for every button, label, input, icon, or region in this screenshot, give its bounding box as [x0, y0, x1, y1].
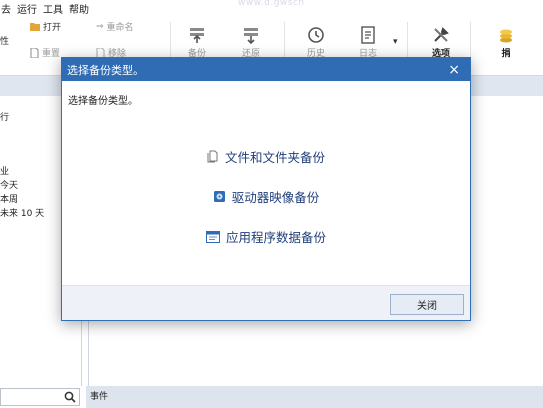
dialog-title: 选择备份类型。: [67, 63, 144, 77]
menu-item-tools[interactable]: 工具: [43, 1, 63, 16]
coins-icon: [500, 29, 512, 43]
file-folder-backup-label: 文件和文件夹备份: [224, 150, 325, 165]
drive-icon: [213, 191, 225, 202]
options-button[interactable]: 选项: [421, 24, 461, 59]
tools-icon: [434, 27, 449, 42]
reset-label: 重置: [42, 49, 61, 59]
app-window-icon: [205, 230, 220, 243]
log-dropdown-arrow[interactable]: ▾: [393, 37, 398, 47]
drive-image-backup-label: 驱动器映像备份: [231, 190, 320, 205]
donate-label: 捐: [501, 49, 511, 59]
open-button[interactable]: 打开: [30, 20, 61, 33]
backup-button[interactable]: 备份: [177, 24, 217, 59]
file-attr-button[interactable]: 性: [0, 34, 9, 47]
history-clock-icon: [308, 27, 324, 43]
dialog-prompt: 选择备份类型。: [68, 96, 138, 107]
dialog-footer: 关闭: [62, 285, 470, 320]
folder-icon: [30, 23, 40, 31]
left-pane-item[interactable]: 今天: [0, 178, 18, 191]
left-pane-item[interactable]: 未来 10 天: [0, 206, 44, 219]
log-button[interactable]: 日志: [348, 24, 388, 59]
dialog-titlebar: 选择备份类型。 ×: [62, 58, 470, 81]
search-input[interactable]: [0, 388, 80, 406]
app-data-backup-label: 应用程序数据备份: [225, 230, 326, 245]
events-header: 事件: [86, 386, 543, 408]
left-pane-item[interactable]: 本周: [0, 192, 18, 205]
file-attr-label: 性: [0, 37, 10, 47]
history-button[interactable]: 历史: [296, 24, 336, 59]
files-icon: [207, 150, 218, 163]
page-icon: [30, 47, 39, 58]
menu-item-help[interactable]: 帮助: [69, 1, 89, 16]
donate-button[interactable]: 捐: [486, 24, 526, 59]
file-folder-backup-option[interactable]: 文件和文件夹备份: [62, 147, 470, 166]
reset-button[interactable]: 重置: [30, 46, 60, 59]
rename-button[interactable]: ⇒ 重命名: [96, 20, 134, 34]
watermark: www.d.gwscn: [238, 0, 305, 8]
left-pane-item[interactable]: 行: [0, 110, 9, 123]
menu-item-go[interactable]: 去: [1, 1, 11, 16]
app-data-backup-option[interactable]: 应用程序数据备份: [62, 227, 470, 246]
open-label: 打开: [43, 23, 62, 33]
backup-type-dialog: 选择备份类型。 × 选择备份类型。 文件和文件夹备份 驱动器映像备份 应用程序数…: [61, 57, 471, 321]
close-icon[interactable]: ×: [448, 63, 460, 77]
rename-icon: ⇒: [96, 21, 104, 32]
restore-icon: [244, 28, 258, 44]
backup-icon: [190, 28, 204, 43]
menu-item-run[interactable]: 运行: [17, 1, 37, 16]
log-document-icon: [361, 26, 375, 44]
restore-button[interactable]: 还原: [231, 24, 271, 59]
page-icon: [96, 47, 105, 58]
close-button[interactable]: 关闭: [390, 294, 464, 315]
search-icon[interactable]: [64, 391, 76, 403]
drive-image-backup-option[interactable]: 驱动器映像备份: [62, 187, 470, 206]
dialog-body: 选择备份类型。 文件和文件夹备份 驱动器映像备份 应用程序数据备份: [62, 81, 470, 285]
left-pane-item[interactable]: 业: [0, 164, 9, 177]
rename-label: 重命名: [106, 23, 134, 33]
